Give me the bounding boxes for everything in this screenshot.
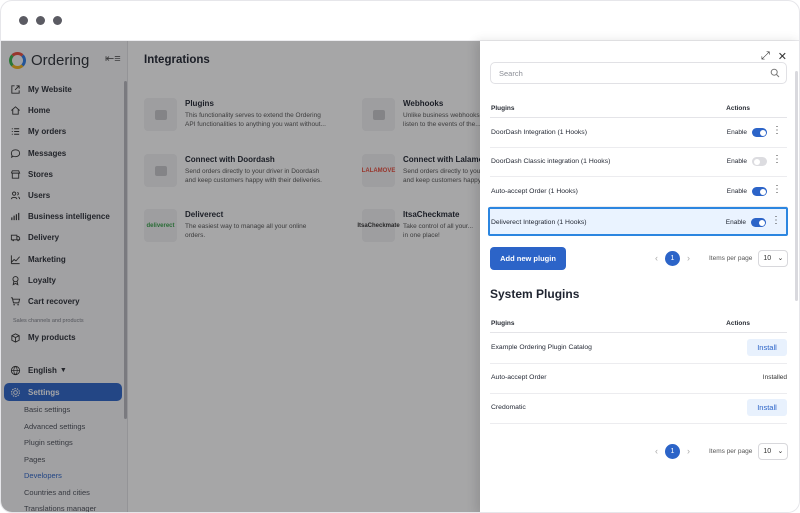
window-dot-icon[interactable]	[53, 16, 62, 25]
prev-page-icon[interactable]: ‹	[655, 446, 658, 456]
next-page-icon[interactable]: ›	[687, 446, 690, 456]
next-page-icon[interactable]: ›	[687, 253, 690, 263]
column-header-actions: Actions	[726, 105, 750, 112]
enable-toggle[interactable]	[752, 157, 767, 166]
enable-label: Enable	[726, 188, 747, 195]
modal-backdrop[interactable]	[1, 41, 480, 512]
plugin-row[interactable]: Deliverect Integration (1 Hooks) Enable ⋮	[488, 207, 788, 236]
installed-status: Installed	[762, 374, 787, 381]
items-per-page-value: 10	[763, 447, 772, 455]
plugin-name: Credomatic	[491, 404, 526, 411]
more-options-icon[interactable]: ⋮	[772, 126, 782, 136]
window-titlebar	[1, 1, 799, 41]
plugin-name: Example Ordering Plugin Catalog	[491, 344, 592, 351]
items-per-page-select[interactable]: 10 ⌄	[758, 442, 789, 460]
chevron-down-icon: ⌄	[777, 255, 784, 262]
items-per-page-value: 10	[763, 254, 772, 262]
page-number[interactable]: 1	[665, 443, 680, 459]
pagination: ‹ 1 › Items per page 10 ⌄	[648, 442, 789, 460]
enable-label: Enable	[726, 129, 747, 136]
prev-page-icon[interactable]: ‹	[655, 253, 658, 263]
panel-scrollbar[interactable]	[795, 71, 798, 301]
more-options-icon[interactable]: ⋮	[772, 155, 782, 165]
plugin-name: Auto-accept Order	[491, 374, 547, 381]
column-header-actions: Actions	[726, 320, 750, 327]
items-per-page-select[interactable]: 10 ⌄	[758, 249, 789, 267]
system-plugin-row: Auto-accept Order Installed	[490, 364, 787, 394]
plugin-name: Deliverect Integration (1 Hooks)	[491, 219, 587, 226]
window-dot-icon[interactable]	[19, 16, 28, 25]
plugin-name: Auto-accept Order (1 Hooks)	[491, 188, 578, 195]
plugins-table-header: Plugins Actions	[490, 98, 787, 118]
app-window: Ordering ⇤≡ My Website Home My orders Messa…	[0, 0, 800, 513]
more-options-icon[interactable]: ⋮	[771, 216, 781, 226]
search-icon[interactable]	[770, 68, 780, 78]
chevron-down-icon: ⌄	[777, 448, 784, 455]
install-button[interactable]: Install	[747, 399, 787, 416]
system-plugins-title: System Plugins	[490, 287, 580, 301]
enable-label: Enable	[726, 158, 747, 165]
plugins-panel: ⤢ ✕ Search Plugins Actions DoorDash Inte…	[480, 41, 799, 512]
system-plugin-row: Credomatic Install	[490, 394, 787, 424]
app-body: Ordering ⇤≡ My Website Home My orders Messa…	[1, 41, 799, 512]
plugin-row[interactable]: DoorDash Integration (1 Hooks) Enable ⋮	[490, 119, 787, 148]
enable-toggle[interactable]	[752, 187, 767, 196]
search-placeholder: Search	[499, 69, 523, 78]
enable-toggle[interactable]	[751, 218, 766, 227]
column-header-plugins: Plugins	[491, 320, 515, 327]
page-number[interactable]: 1	[665, 250, 680, 266]
items-per-page-label: Items per page	[709, 447, 753, 455]
plugin-row[interactable]: Auto-accept Order (1 Hooks) Enable ⋮	[490, 178, 787, 207]
plugin-name: DoorDash Integration (1 Hooks)	[491, 129, 587, 136]
search-input[interactable]: Search	[490, 62, 787, 84]
install-button[interactable]: Install	[747, 339, 787, 356]
window-dot-icon[interactable]	[36, 16, 45, 25]
enable-toggle[interactable]	[752, 128, 767, 137]
column-header-plugins: Plugins	[491, 105, 515, 112]
items-per-page-label: Items per page	[709, 254, 753, 262]
pagination: ‹ 1 › Items per page 10 ⌄	[648, 249, 789, 267]
plugin-name: DoorDash Classic integration (1 Hooks)	[491, 158, 611, 165]
plugin-row[interactable]: DoorDash Classic integration (1 Hooks) En…	[490, 148, 787, 177]
more-options-icon[interactable]: ⋮	[772, 185, 782, 195]
system-plugins-table-header: Plugins Actions	[490, 313, 787, 333]
system-plugin-row: Example Ordering Plugin Catalog Install	[490, 334, 787, 364]
add-new-plugin-button[interactable]: Add new plugin	[490, 247, 566, 270]
enable-label: Enable	[725, 219, 746, 226]
